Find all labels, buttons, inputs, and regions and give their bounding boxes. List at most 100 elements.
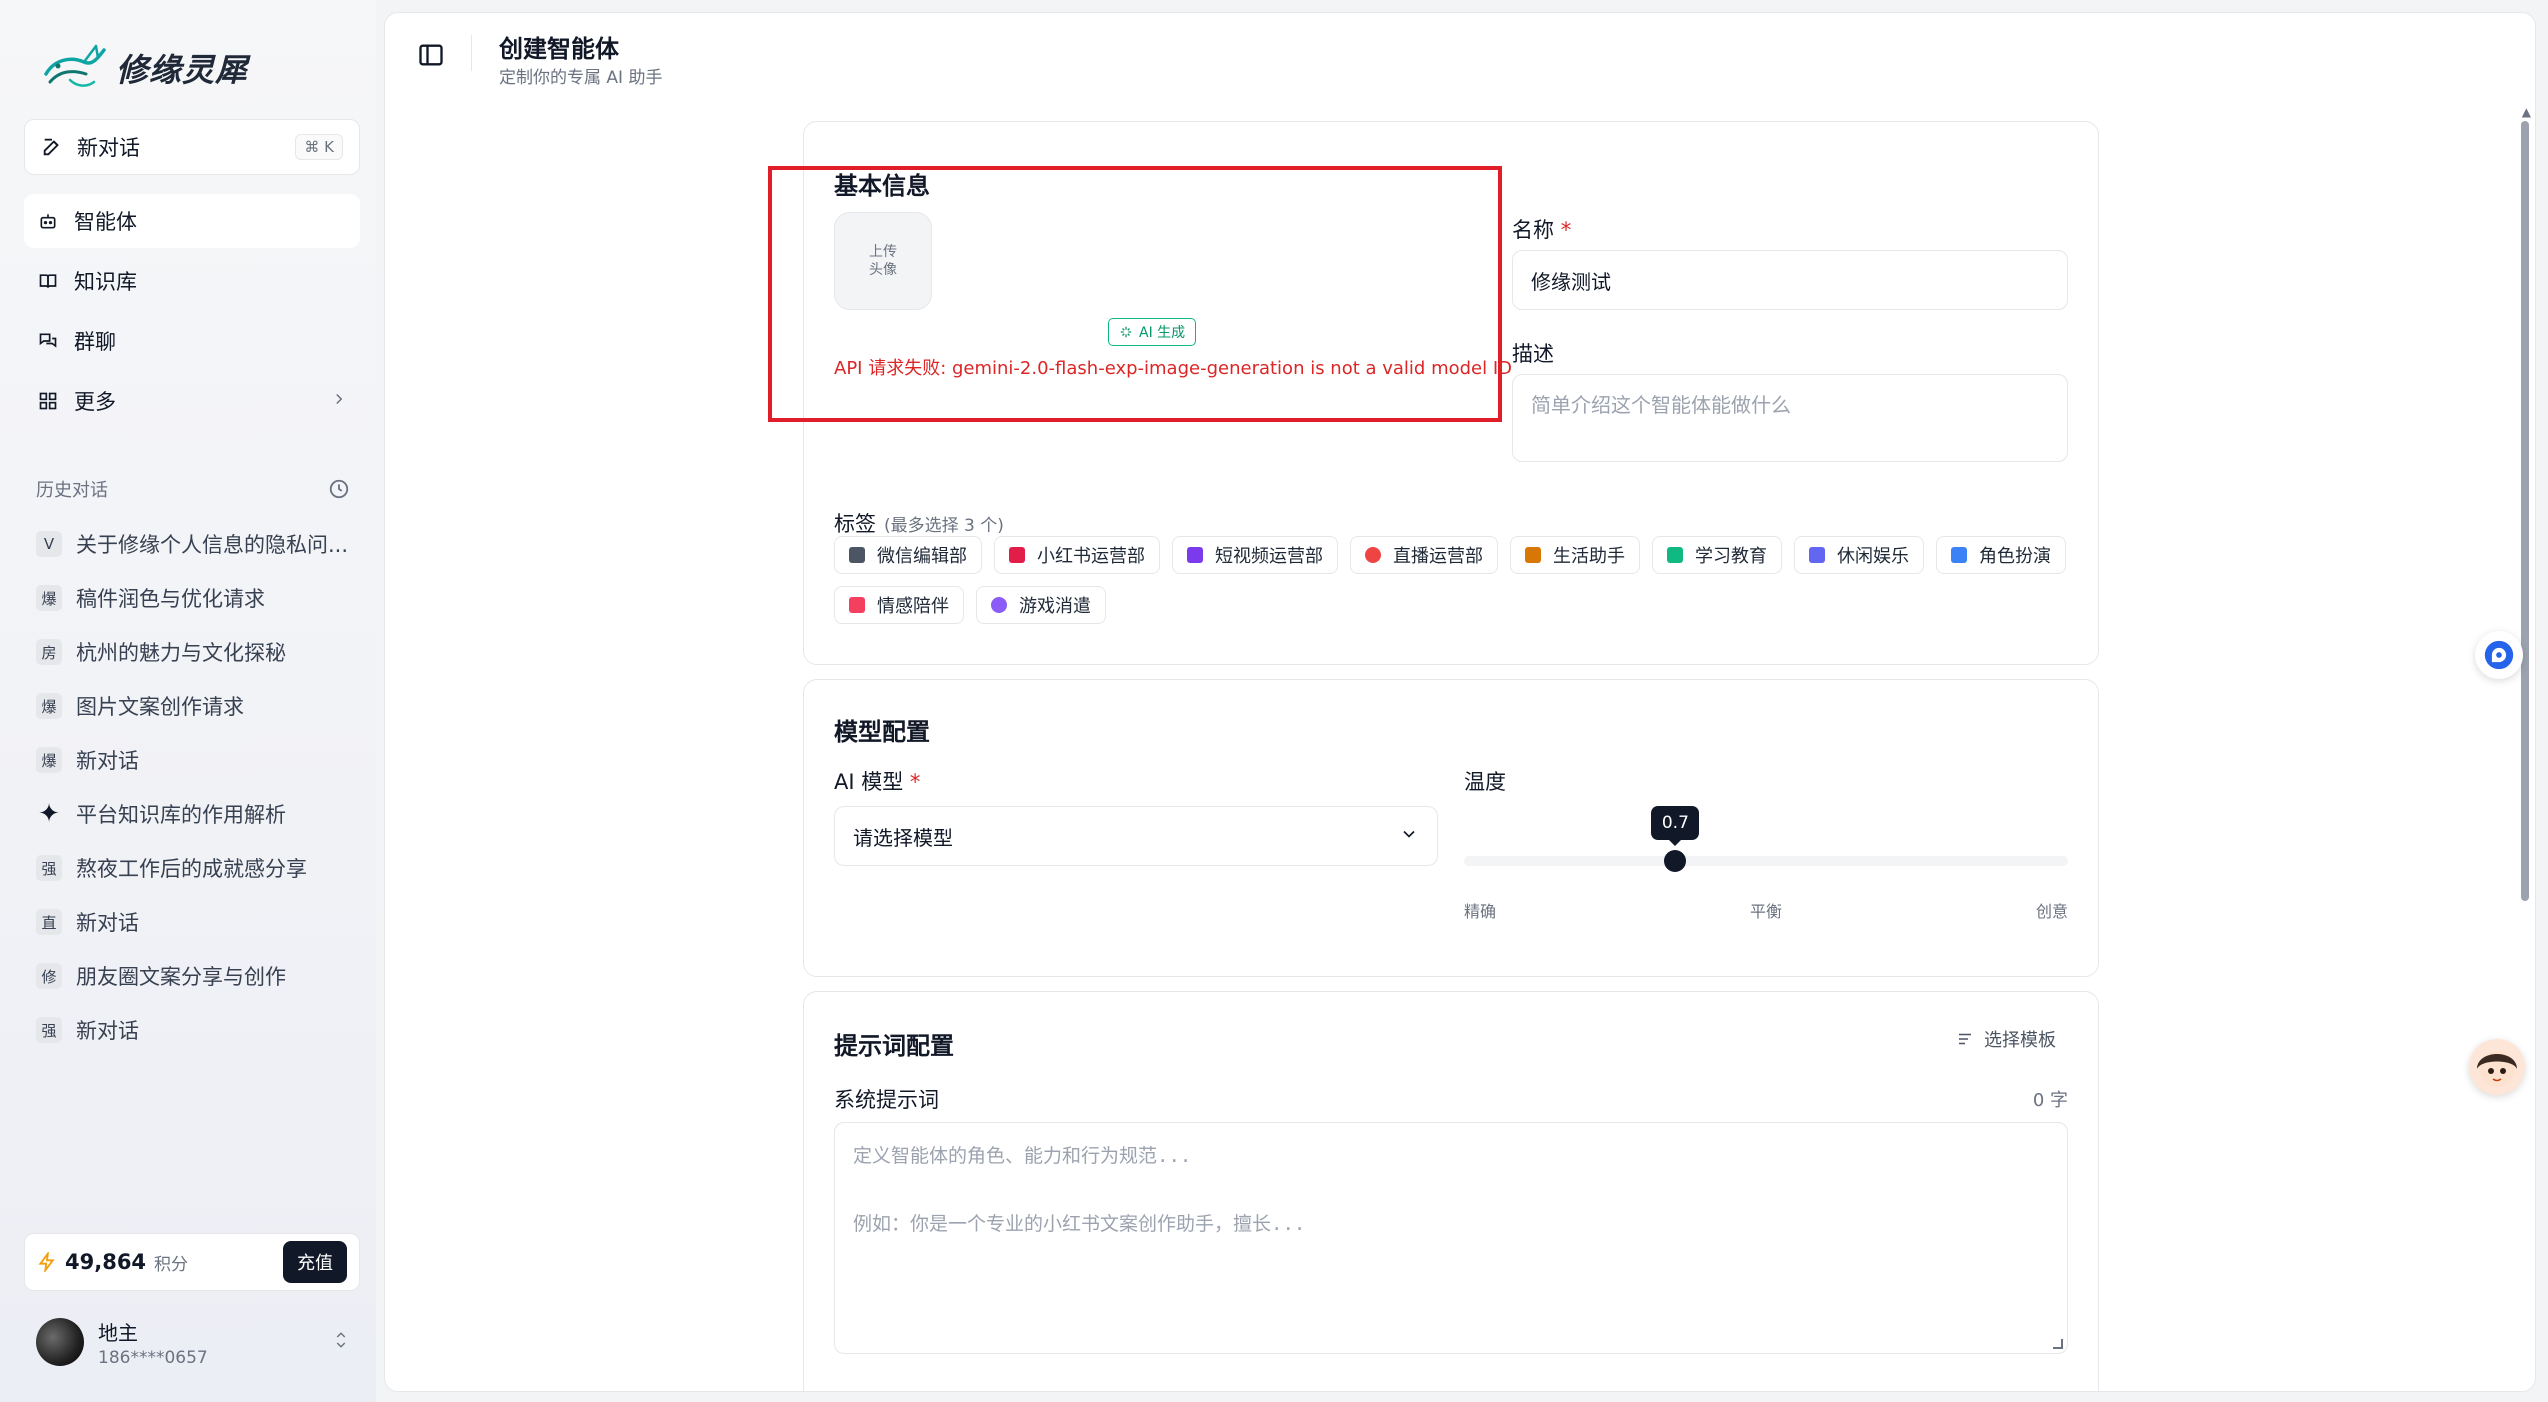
sidebar-toggle-icon[interactable] bbox=[417, 41, 445, 69]
tag-chip[interactable]: 短视频运营部 bbox=[1172, 536, 1338, 574]
tag-icon bbox=[1525, 547, 1541, 563]
prompt-placeholder-line1: 定义智能体的角色、能力和行为规范... bbox=[853, 1145, 1192, 1167]
tag-chip[interactable]: 休闲娱乐 bbox=[1794, 536, 1924, 574]
history-badge: 直 bbox=[36, 909, 62, 935]
chat-assistant-icon bbox=[2484, 640, 2514, 670]
temperature-slider[interactable] bbox=[1464, 856, 2068, 866]
tag-chip[interactable]: 生活助手 bbox=[1510, 536, 1640, 574]
temperature-label: 温度 bbox=[1464, 770, 1506, 794]
history-badge: 强 bbox=[36, 1017, 62, 1043]
main-panel: 创建智能体 定制你的专属 AI 助手 ▲ 基本信息 上传 头像 AI 生成 AP… bbox=[384, 12, 2536, 1392]
name-input[interactable]: 修缘测试 bbox=[1512, 250, 2068, 310]
description-placeholder: 简单介绍这个智能体能做什么 bbox=[1531, 393, 1791, 417]
nav-item-group-chat[interactable]: 群聊 bbox=[24, 314, 360, 368]
choose-template-button[interactable]: 选择模板 bbox=[1956, 1026, 2056, 1052]
system-prompt-textarea[interactable]: 定义智能体的角色、能力和行为规范... 例如：你是一个专业的小红书文案创作助手，… bbox=[834, 1122, 2068, 1354]
chevron-updown-icon bbox=[332, 1329, 350, 1356]
logo-text: 修缘灵犀 bbox=[116, 51, 249, 89]
list-icon bbox=[1959, 1033, 1971, 1045]
ai-generate-button[interactable]: AI 生成 bbox=[1108, 318, 1197, 346]
book-icon bbox=[36, 269, 60, 293]
tag-label: 短视频运营部 bbox=[1215, 546, 1323, 567]
tag-label: 小红书运营部 bbox=[1037, 546, 1145, 567]
history-header: 历史对话 bbox=[36, 476, 350, 502]
nav-item-more[interactable]: 更多 bbox=[24, 374, 360, 428]
tag-label: 情感陪伴 bbox=[877, 596, 949, 617]
history-badge: 修 bbox=[36, 963, 62, 989]
tag-chip[interactable]: 学习教育 bbox=[1652, 536, 1782, 574]
history-item[interactable]: 强熬夜工作后的成就感分享 bbox=[36, 841, 354, 895]
tag-label: 学习教育 bbox=[1695, 546, 1767, 567]
tag-label: 生活助手 bbox=[1553, 546, 1625, 567]
topbar: 创建智能体 定制你的专属 AI 助手 bbox=[385, 13, 2535, 93]
char-count: 0 字 bbox=[2032, 1090, 2068, 1111]
tag-chip[interactable]: 微信编辑部 bbox=[834, 536, 982, 574]
tag-icon bbox=[849, 547, 865, 563]
new-chat-button[interactable]: 新对话 ⌘ K bbox=[24, 119, 360, 175]
scroll-up-icon[interactable]: ▲ bbox=[2522, 105, 2531, 119]
chat-bubbles-icon bbox=[36, 329, 60, 353]
avatar-upload-button[interactable]: 上传 头像 bbox=[834, 212, 932, 310]
nav-item-agents[interactable]: 智能体 bbox=[24, 194, 360, 248]
user-info: 地主 186****0657 bbox=[98, 1317, 208, 1368]
history-label: 杭州的魅力与文化探秘 bbox=[76, 641, 286, 665]
upload-label-line2: 头像 bbox=[869, 262, 897, 278]
prompt-config-card: 提示词配置 选择模板 系统提示词 0 字 定义智能体的角色、能力和行为规范...… bbox=[803, 991, 2099, 1391]
tag-label: 直播运营部 bbox=[1393, 546, 1483, 567]
model-label: AI 模型 * bbox=[834, 766, 920, 796]
cartoon-avatar-icon bbox=[2477, 1051, 2517, 1087]
tag-chip[interactable]: 游戏消遣 bbox=[976, 586, 1106, 624]
history-item[interactable]: 修朋友圈文案分享与创作 bbox=[36, 949, 354, 1003]
slider-thumb[interactable] bbox=[1664, 850, 1687, 872]
history-item[interactable]: 直新对话 bbox=[36, 895, 354, 949]
bot-icon bbox=[36, 209, 60, 233]
history-badge: 强 bbox=[36, 855, 62, 881]
tag-icon bbox=[1009, 547, 1025, 563]
history-item[interactable]: 爆新对话 bbox=[36, 733, 354, 787]
system-prompt-label: 系统提示词 bbox=[834, 1088, 939, 1112]
tag-icon bbox=[1365, 547, 1381, 563]
history-badge: 房 bbox=[36, 639, 62, 665]
history-label: 关于修缘个人信息的隐私问... bbox=[76, 533, 349, 557]
description-textarea[interactable]: 简单介绍这个智能体能做什么 bbox=[1512, 374, 2068, 462]
history-list: V 关于修缘个人信息的隐私问... 爆稿件润色与优化请求 房杭州的魅力与文化探秘 … bbox=[36, 517, 354, 1057]
history-item[interactable]: 房杭州的魅力与文化探秘 bbox=[36, 625, 354, 679]
chevron-right-icon bbox=[330, 389, 348, 413]
edit-icon bbox=[43, 138, 59, 156]
resize-handle[interactable] bbox=[2053, 1339, 2063, 1349]
history-badge: V bbox=[36, 531, 62, 557]
history-item[interactable]: 爆稿件润色与优化请求 bbox=[36, 571, 354, 625]
tag-chip[interactable]: 直播运营部 bbox=[1350, 536, 1498, 574]
helper-avatar-button[interactable] bbox=[2469, 1039, 2525, 1095]
tag-icon bbox=[1951, 547, 1967, 563]
tag-icon bbox=[849, 597, 865, 613]
choose-template-label: 选择模板 bbox=[1984, 1030, 2056, 1051]
tag-chip[interactable]: 角色扮演 bbox=[1936, 536, 2066, 574]
history-item[interactable]: ✦ 平台知识库的作用解析 bbox=[36, 787, 354, 841]
tags-label-text: 标签 bbox=[834, 512, 876, 536]
recharge-button[interactable]: 充值 bbox=[283, 1241, 347, 1283]
mark-balanced: 平衡 bbox=[1749, 902, 1782, 921]
history-item[interactable]: V 关于修缘个人信息的隐私问... bbox=[36, 517, 354, 571]
user-menu[interactable]: 地主 186****0657 bbox=[36, 1315, 350, 1369]
tag-label: 游戏消遣 bbox=[1019, 596, 1091, 617]
history-item[interactable]: 爆图片文案创作请求 bbox=[36, 679, 354, 733]
clock-icon[interactable] bbox=[328, 478, 350, 500]
scrollbar-thumb[interactable] bbox=[2521, 121, 2529, 901]
assistant-float-button[interactable] bbox=[2475, 631, 2523, 679]
logo[interactable]: 修缘灵犀 bbox=[40, 36, 248, 100]
user-name: 地主 bbox=[98, 1320, 138, 1345]
history-label: 平台知识库的作用解析 bbox=[76, 803, 286, 827]
history-label: 图片文案创作请求 bbox=[76, 695, 244, 719]
tag-chip[interactable]: 情感陪伴 bbox=[834, 586, 964, 624]
tag-icon bbox=[1667, 547, 1683, 563]
upload-label-line1: 上传 bbox=[869, 244, 897, 260]
desc-label: 描述 bbox=[1512, 342, 1554, 366]
slider-marks: 精确 平衡 创意 bbox=[1464, 898, 2068, 922]
avatar bbox=[36, 1318, 84, 1366]
model-select[interactable]: 请选择模型 bbox=[834, 806, 1438, 866]
tag-list: 微信编辑部 小红书运营部 短视频运营部 直播运营部 生活助手 学习教育 休闲娱乐… bbox=[834, 536, 2074, 624]
history-item[interactable]: 强新对话 bbox=[36, 1003, 354, 1057]
nav-item-knowledge[interactable]: 知识库 bbox=[24, 254, 360, 308]
tag-chip[interactable]: 小红书运营部 bbox=[994, 536, 1160, 574]
